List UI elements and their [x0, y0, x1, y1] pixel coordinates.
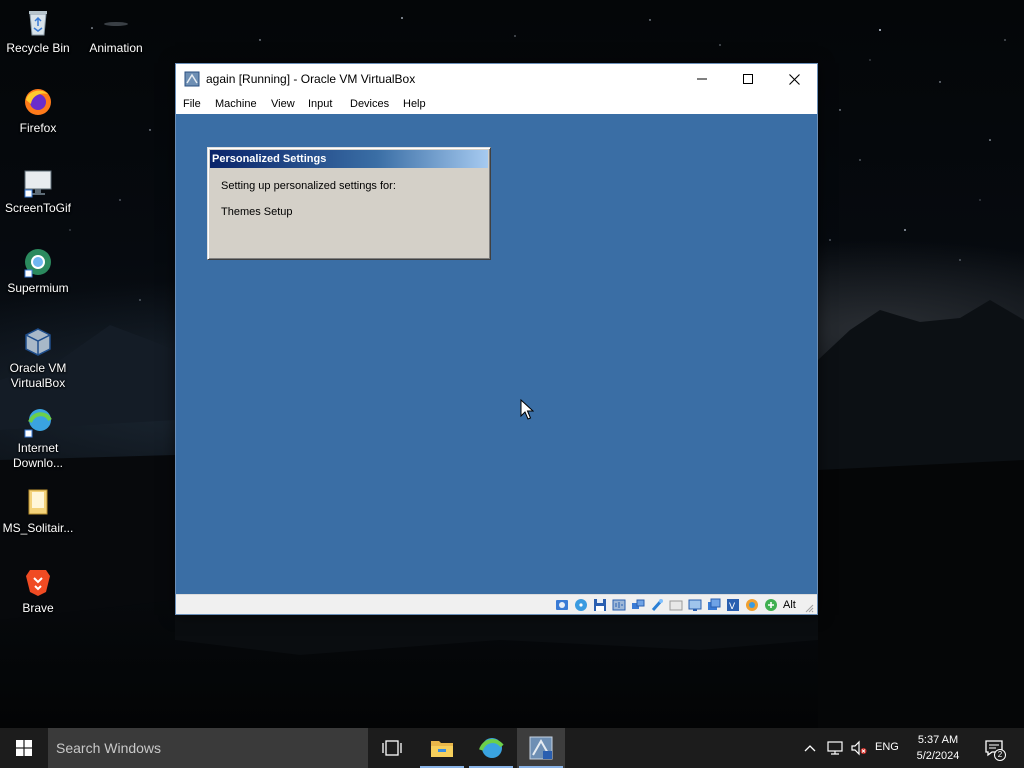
start-button[interactable] — [0, 728, 48, 768]
network-icon[interactable] — [631, 598, 645, 612]
desktop-icon-label: Animation — [89, 41, 143, 55]
dialog-title: Personalized Settings — [210, 150, 488, 168]
desktop-icon-label: Supermium — [7, 281, 69, 295]
screentogif-icon — [24, 170, 52, 198]
desktop-icon-virtualbox[interactable]: Oracle VM VirtualBox — [0, 326, 76, 391]
video-capture-icon[interactable] — [707, 598, 721, 612]
taskbar: Search Windows ENG 5:37 AM 5/2/2024 2 — [0, 728, 1024, 768]
taskbar-file-explorer[interactable] — [418, 728, 466, 768]
foreground-dark — [818, 460, 1024, 728]
desktop-icon-label: ScreenToGif — [4, 201, 72, 215]
desktop-icon-supermium[interactable]: Supermium — [0, 246, 76, 296]
desktop-icon-screentogif[interactable]: ScreenToGif — [0, 166, 76, 216]
window-title: again [Running] - Oracle VM VirtualBox — [206, 72, 416, 86]
keyboard-icon[interactable] — [764, 598, 778, 612]
notification-count-badge: 2 — [994, 749, 1006, 761]
search-box[interactable]: Search Windows — [48, 728, 368, 768]
menu-file[interactable]: File — [183, 98, 201, 110]
guest-display[interactable]: Personalized Settings Setting up persona… — [176, 114, 817, 594]
input-language[interactable]: ENG — [875, 741, 899, 753]
virtualbox-window: again [Running] - Oracle VM VirtualBox F… — [175, 63, 818, 615]
desktop-icon-label: Brave — [22, 601, 54, 615]
menu-help[interactable]: Help — [403, 98, 426, 110]
recycle-bin-icon — [29, 11, 47, 36]
shared-folders-icon[interactable] — [669, 598, 683, 612]
volume-muted-icon — [851, 740, 867, 756]
maximize-button[interactable] — [725, 64, 771, 94]
maximize-icon — [743, 74, 753, 84]
action-center-button[interactable] — [980, 728, 1008, 768]
menu-devices[interactable]: Devices — [350, 98, 389, 110]
virtualbox-xp-icon — [529, 736, 553, 760]
status-bar: V Alt — [176, 594, 817, 614]
desktop-icon-label: MS_Solitair... — [2, 521, 74, 535]
windows-logo-icon — [16, 740, 32, 756]
menu-bar: File Machine View Input Devices Help — [176, 94, 817, 114]
menu-machine[interactable]: Machine — [215, 98, 257, 110]
supermium-icon — [24, 249, 51, 278]
task-view-icon — [382, 740, 402, 756]
dialog-message: Setting up personalized settings for: — [221, 180, 396, 192]
show-hidden-icons-button[interactable] — [800, 728, 820, 768]
desktop-icon-label: Internet Downlo... — [12, 441, 64, 470]
internet-download-manager-icon — [479, 738, 504, 758]
desktop-icon-label: Recycle Bin — [6, 41, 70, 55]
personalized-settings-dialog: Personalized Settings Setting up persona… — [207, 147, 491, 260]
desktop-icon-recycle-bin[interactable]: Recycle Bin — [0, 6, 76, 56]
task-view-button[interactable] — [368, 728, 416, 768]
taskbar-internet-download-manager[interactable] — [467, 728, 515, 768]
desktop-icon-label: Firefox — [19, 121, 57, 135]
network-wired-icon — [827, 741, 843, 755]
minimize-icon — [697, 78, 707, 80]
virtualbox-xp-icon — [184, 71, 200, 87]
optical-drive-icon[interactable] — [574, 598, 588, 612]
brave-icon — [26, 570, 50, 596]
menu-input[interactable]: Input — [308, 98, 332, 110]
treeline-silhouette — [818, 300, 1024, 470]
close-button[interactable] — [771, 64, 817, 94]
network-status[interactable] — [824, 728, 846, 768]
animation-icon — [104, 22, 128, 26]
desktop-icon-label: Oracle VM VirtualBox — [9, 361, 67, 390]
minimize-button[interactable] — [679, 64, 725, 94]
clock-time: 5:37 AM — [917, 734, 959, 746]
mouse-cursor-icon — [520, 399, 534, 420]
usb-icon[interactable] — [650, 598, 664, 612]
floppy-icon[interactable] — [593, 598, 607, 612]
volume-status[interactable] — [848, 728, 870, 768]
desktop-icon-firefox[interactable]: Firefox — [0, 86, 76, 136]
desktop-icon-ms-solitaire[interactable]: MS_Solitair... — [0, 486, 76, 536]
virtualbox-icon — [25, 328, 51, 356]
svg-text:V: V — [729, 602, 736, 612]
cpu-icon[interactable]: V — [726, 598, 740, 612]
taskbar-virtualbox[interactable] — [517, 728, 565, 768]
window-titlebar[interactable]: again [Running] - Oracle VM VirtualBox — [176, 64, 817, 94]
folder-icon — [28, 489, 48, 515]
display-icon[interactable] — [688, 598, 702, 612]
chevron-up-icon — [804, 745, 816, 752]
internet-download-manager-icon — [24, 409, 52, 438]
firefox-icon — [25, 89, 51, 115]
menu-view[interactable]: View — [271, 98, 295, 110]
search-placeholder: Search Windows — [56, 740, 162, 756]
forest-silhouette — [175, 615, 818, 655]
close-icon — [788, 73, 800, 85]
clock[interactable]: 5:37 AM 5/2/2024 — [906, 732, 970, 764]
desktop-icon-brave[interactable]: Brave — [0, 566, 76, 616]
clock-date: 5/2/2024 — [916, 750, 960, 762]
resize-grip-icon[interactable] — [804, 603, 814, 613]
audio-icon[interactable] — [612, 598, 626, 612]
host-key-label[interactable]: Alt — [783, 599, 796, 611]
hard-disk-icon[interactable] — [555, 598, 569, 612]
desktop-icon-internet-download-manager[interactable]: Internet Downlo... — [0, 406, 76, 471]
mouse-integration-icon[interactable] — [745, 598, 759, 612]
dialog-current-item: Themes Setup — [221, 206, 293, 218]
desktop-icon-animation[interactable]: Animation — [78, 6, 154, 56]
file-explorer-icon — [431, 741, 453, 757]
